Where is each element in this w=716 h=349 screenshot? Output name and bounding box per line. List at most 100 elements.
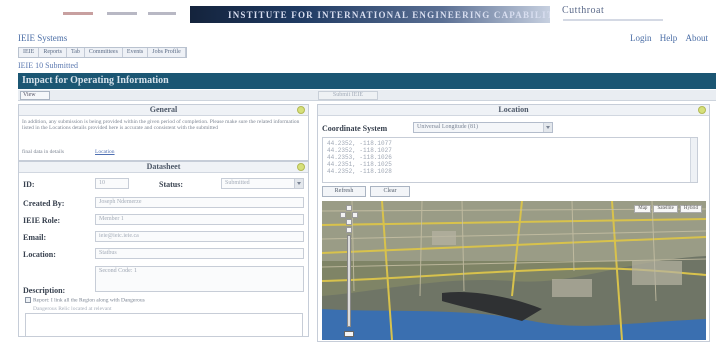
- coordinate-item[interactable]: 44.2352, -118.1028: [327, 168, 693, 175]
- checkbox-sub-text: Dangerous Relic located at relevant: [33, 306, 112, 312]
- submit-button[interactable]: Submit IEIE: [318, 91, 378, 100]
- zoom-control: [340, 205, 358, 339]
- zoom-in-icon[interactable]: [346, 227, 352, 233]
- ieie-role-field[interactable]: Member 1: [95, 214, 304, 225]
- clear-button-label: Clear: [383, 188, 397, 194]
- ieie-role-value: Member 1: [99, 216, 124, 222]
- grey-logo: [107, 12, 137, 15]
- panel-heading: Datasheet: [19, 162, 308, 173]
- coordinate-item[interactable]: 44.2352, -118.1077: [327, 140, 693, 147]
- email-value: ieie@ieic.ieie.ca: [99, 233, 139, 239]
- description-textarea[interactable]: Second Code: 1: [95, 266, 304, 292]
- gear-icon[interactable]: [698, 106, 706, 114]
- tab-committees[interactable]: Committees: [85, 48, 123, 57]
- grey-logo: [148, 12, 176, 15]
- ieie-role-label: IEIE Role:: [23, 216, 61, 225]
- zoom-slider-handle[interactable]: [344, 331, 354, 337]
- status-select[interactable]: Submitted: [221, 178, 304, 189]
- view-dropdown[interactable]: View: [20, 91, 50, 100]
- app-links: Login Help About: [624, 33, 708, 43]
- panel-heading: Location: [318, 105, 709, 116]
- coordinate-item[interactable]: 44.2353, -118.1026: [327, 154, 693, 161]
- app-bar: IEIE Systems Login Help About: [18, 33, 708, 45]
- clear-button[interactable]: Clear: [370, 186, 410, 197]
- breadcrumb[interactable]: IEIE 10 Submitted: [18, 61, 78, 70]
- refresh-button-label: Refresh: [334, 188, 354, 194]
- chevron-down-icon: [543, 123, 552, 132]
- scrollbar[interactable]: [690, 138, 697, 182]
- description-label: Description:: [23, 286, 66, 295]
- view-label: View: [23, 92, 36, 98]
- location-link[interactable]: Location: [95, 149, 115, 155]
- email-label: Email:: [23, 233, 47, 242]
- location-value: Statbus: [99, 250, 117, 256]
- login-link[interactable]: Login: [630, 33, 652, 43]
- coordinate-item[interactable]: 44.2352, -118.1027: [327, 147, 693, 154]
- coordinate-list[interactable]: 44.2352, -118.1077 44.2352, -118.1027 44…: [322, 137, 698, 183]
- location-label: Location:: [23, 250, 56, 259]
- map-type-map[interactable]: Map: [634, 205, 652, 213]
- nav-tabstrip: IEIE Reports Tab Committees Events Jobs …: [18, 47, 187, 58]
- help-link[interactable]: Help: [660, 33, 678, 43]
- gear-icon[interactable]: [297, 106, 305, 114]
- pan-right-icon[interactable]: [352, 212, 358, 218]
- coordinate-system-value: Universal Longitude (81): [417, 124, 478, 130]
- tab-tab[interactable]: Tab: [67, 48, 85, 57]
- gear-icon[interactable]: [297, 163, 305, 171]
- map-imagery: [322, 201, 706, 340]
- report-checkbox-row[interactable]: Report: I link all the Region along with…: [25, 297, 145, 303]
- id-label: ID:: [23, 180, 35, 189]
- report-checkbox[interactable]: [25, 297, 31, 303]
- map-type-satellite[interactable]: Satellite: [653, 205, 678, 213]
- created-by-value: Joseph Ndemerze: [99, 199, 142, 205]
- zoom-slider[interactable]: [347, 235, 351, 327]
- section-title-bar: Impact for Operating Information: [18, 73, 716, 89]
- submit-button-label: Submit IEIE: [332, 92, 364, 98]
- id-field[interactable]: 10: [95, 178, 129, 189]
- chevron-down-icon: [294, 179, 303, 188]
- pan-down-icon[interactable]: [346, 219, 352, 225]
- about-link[interactable]: About: [686, 33, 709, 43]
- tab-jobs-profile[interactable]: Jobs Profile: [148, 48, 186, 57]
- general-panel: General In addition, any submission is b…: [18, 104, 309, 161]
- pan-up-icon[interactable]: [346, 205, 352, 211]
- details-panel: Datasheet ID: 10 Status: Submitted Creat…: [18, 161, 309, 337]
- created-by-label: Created By:: [23, 199, 65, 208]
- panel-heading: General: [19, 105, 308, 116]
- created-by-field[interactable]: Joseph Ndemerze: [95, 197, 304, 208]
- tab-events[interactable]: Events: [123, 48, 149, 57]
- pan-left-icon[interactable]: [340, 212, 346, 218]
- id-value: 10: [99, 180, 105, 186]
- map-type-hybrid[interactable]: Hybrid: [679, 205, 702, 213]
- location-field[interactable]: Statbus: [95, 248, 304, 259]
- tab-reports[interactable]: Reports: [39, 48, 67, 57]
- page-title: Impact for Operating Information: [22, 75, 169, 86]
- coordinate-system-select[interactable]: Universal Longitude (81): [413, 122, 553, 133]
- coordinate-system-label: Coordinate System: [322, 124, 388, 133]
- site-banner: INSTITUTE FOR INTERNATIONAL ENGINEERING …: [0, 0, 716, 26]
- status-value: Submitted: [225, 180, 250, 186]
- coordinate-item[interactable]: 44.2351, -118.1025: [327, 161, 693, 168]
- location-sub-value: Second Code: 1: [99, 268, 137, 274]
- general-description: In addition, any submission is being pro…: [22, 119, 300, 131]
- banner-right-text: Cutthroat: [562, 5, 605, 16]
- details-heading: Datasheet: [146, 162, 181, 171]
- refresh-button[interactable]: Refresh: [322, 186, 366, 197]
- email-field[interactable]: ieie@ieic.ieie.ca: [95, 231, 304, 242]
- banner-underline: [563, 19, 663, 21]
- notes-textarea[interactable]: [25, 313, 303, 337]
- toolbar: View Submit IEIE: [18, 90, 716, 101]
- satellite-map[interactable]: Map Satellite Hybrid: [322, 201, 706, 340]
- general-tail-text: final data in details: [22, 149, 64, 155]
- banner-title: INSTITUTE FOR INTERNATIONAL ENGINEERING …: [228, 10, 550, 20]
- general-heading: General: [149, 105, 178, 114]
- banner-band: INSTITUTE FOR INTERNATIONAL ENGINEERING …: [190, 6, 550, 23]
- report-checkbox-text: Report: I link all the Region along with…: [33, 297, 145, 304]
- status-label: Status:: [159, 180, 184, 189]
- app-title[interactable]: IEIE Systems: [18, 33, 67, 43]
- location-panel: Location Coordinate System Universal Lon…: [317, 104, 710, 342]
- red-logo: [63, 12, 93, 15]
- map-type-buttons: Map Satellite Hybrid: [634, 205, 702, 213]
- location-heading: Location: [498, 105, 529, 114]
- tab-ieie[interactable]: IEIE: [19, 48, 40, 57]
